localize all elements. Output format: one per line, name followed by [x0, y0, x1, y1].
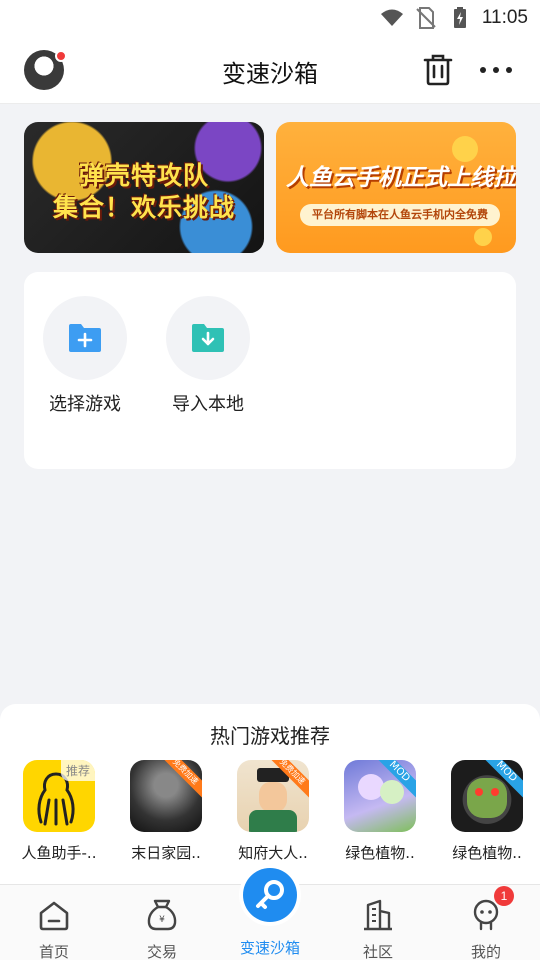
game-name: 知府大人.. [238, 844, 308, 862]
status-icons: 11:05 [380, 6, 528, 30]
zombie-eye-shape [475, 788, 483, 796]
game-item[interactable]: MOD 绿色植物.. [337, 760, 423, 863]
wifi-icon [380, 9, 403, 26]
nav-label: 交易 [146, 943, 177, 960]
banner-line-2: 集合！欢乐挑战 [52, 193, 235, 222]
nav-item-trade[interactable]: ¥ 交易 [122, 897, 202, 960]
banner-cloud-phone[interactable]: 人鱼云手机正式上线拉 平台所有脚本在人鱼云手机内全免费 [276, 122, 516, 253]
official-face-shape [259, 782, 287, 812]
app-header: 变速沙箱 [0, 38, 540, 104]
game-name: 末日家园.. [131, 844, 201, 862]
status-bar: 11:05 [0, 0, 540, 38]
home-icon [39, 901, 69, 931]
import-local-icon-bg [166, 296, 250, 380]
game-tag: 免费加速 [156, 760, 202, 801]
notification-badge: 1 [494, 886, 514, 906]
select-game-label: 选择游戏 [49, 394, 121, 415]
trade-bag-icon: ¥ [147, 899, 177, 931]
nav-item-community[interactable]: 社区 [338, 897, 418, 960]
battery-charging-icon [453, 7, 466, 28]
banner-line-1: 弹壳特攻队 [78, 161, 209, 190]
svg-text:¥: ¥ [159, 915, 165, 925]
banner-title: 人鱼云手机正式上线拉 [286, 165, 516, 191]
status-time: 11:05 [481, 7, 528, 28]
character-head-shape [380, 780, 404, 804]
speed-sandbox-center-button[interactable] [243, 868, 297, 922]
game-item[interactable]: 推荐 人鱼助手-.. [16, 760, 102, 863]
import-local-button[interactable]: 导入本地 [166, 296, 250, 416]
page-title: 变速沙箱 [222, 60, 318, 88]
banner-subtitle: 平台所有脚本在人鱼云手机内全免费 [300, 204, 500, 226]
nav-item-home[interactable]: 首页 [14, 897, 94, 960]
no-sim-icon [416, 7, 436, 29]
game-item[interactable]: 免费加速 末日家园.. [123, 760, 209, 863]
trash-icon[interactable] [420, 52, 456, 88]
speed-key-icon [256, 880, 284, 909]
sandbox-actions-card: 选择游戏 导入本地 [24, 272, 516, 469]
banner-game-event[interactable]: 弹壳特攻队 集合！欢乐挑战 [24, 122, 264, 253]
zombie-eye-shape [491, 788, 499, 796]
game-name: 人鱼助手-.. [21, 844, 97, 862]
folder-add-icon [69, 324, 101, 352]
game-item[interactable]: 免费加速 知府大人.. [230, 760, 316, 863]
official-robe-shape [249, 810, 297, 832]
nav-label: 变速沙箱 [239, 939, 300, 957]
more-dots-icon[interactable] [476, 54, 516, 86]
game-item[interactable]: MOD 绿色植物.. [444, 760, 530, 863]
game-thumb: 免费加速 [130, 760, 202, 832]
community-building-icon [364, 899, 392, 931]
game-thumb: 推荐 [23, 760, 95, 832]
coin-decoration [474, 228, 492, 246]
nav-item-profile[interactable]: 我的 [446, 897, 526, 960]
game-thumb: MOD [344, 760, 416, 832]
game-tag: 推荐 [60, 760, 95, 781]
nav-label: 首页 [38, 943, 69, 960]
select-game-button[interactable]: 选择游戏 [43, 296, 127, 416]
nav-label: 社区 [362, 943, 393, 960]
recommendations-title: 热门游戏推荐 [210, 724, 330, 748]
game-thumb: MOD [451, 760, 523, 832]
game-name: 绿色植物.. [345, 844, 415, 862]
game-thumb: 免费加速 [237, 760, 309, 832]
zombie-face-shape [467, 778, 507, 818]
nav-label: 我的 [470, 943, 501, 960]
folder-import-icon [192, 324, 224, 352]
game-name: 绿色植物.. [452, 844, 522, 862]
import-local-label: 导入本地 [172, 394, 244, 415]
select-game-icon-bg [43, 296, 127, 380]
